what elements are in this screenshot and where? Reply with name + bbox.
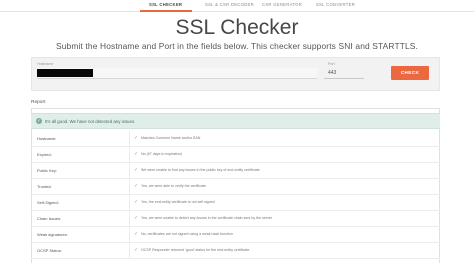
row-divider: [129, 147, 130, 163]
row-divider: [129, 179, 130, 195]
check-mark-icon: ✓: [134, 167, 139, 173]
active-tab-indicator: [140, 10, 192, 12]
row-divider: [129, 243, 130, 259]
report-heading: Report: [31, 100, 46, 105]
report-row-label: Expired:: [37, 152, 52, 157]
report-row-label: Chain Issues:: [37, 216, 62, 221]
tab-csr-generator[interactable]: CSR GENERATOR: [262, 2, 302, 7]
report-row-value: Yes, the end-entity certificate is not s…: [141, 200, 215, 204]
check-circle-icon: ✓: [36, 118, 42, 124]
check-mark-icon: ✓: [134, 135, 139, 141]
report-row-value: No, certificates are not signed using a …: [141, 232, 233, 236]
hostname-label: Hostname: [37, 62, 54, 66]
check-mark-icon: ✓: [134, 183, 139, 189]
report-row-label: Public Key:: [37, 168, 58, 173]
tab-ssl-csr-decoder[interactable]: SSL & CSR DECODER: [205, 2, 254, 7]
report-row-value: No (97 days to expiration): [141, 152, 183, 156]
report-row-label: Weak signatures:: [37, 232, 68, 237]
check-mark-icon: ✓: [134, 231, 139, 237]
check-mark-icon: ✓: [134, 215, 139, 221]
check-mark-icon: ✓: [134, 247, 139, 253]
report-row-value: Matches Common Name and/or SAN: [141, 136, 201, 140]
report-row-chain-issues: Chain Issues: ✓ Yes, we were unable to d…: [31, 211, 440, 227]
page-subtitle: Submit the Hostname and Port in the fiel…: [55, 41, 418, 51]
hostname-redacted-value: [37, 69, 93, 77]
report-row-value: Yes, we were able to verify the certific…: [141, 184, 206, 188]
report-row-label: Hostname:: [37, 136, 57, 141]
tab-ssl-checker[interactable]: SSL CHECKER: [149, 2, 182, 7]
tab-ssl-converter[interactable]: SSL CONVERTER: [316, 2, 355, 7]
report-row-expired: Expired: ✓ No (97 days to expiration): [31, 147, 440, 163]
report-row-self-signed: Self-Signed: ✓ Yes, the end-entity certi…: [31, 195, 440, 211]
row-divider: [129, 227, 130, 243]
row-divider: [129, 195, 130, 211]
port-input[interactable]: 443: [324, 68, 364, 79]
report-row-ocsp-status: OCSP Status: ✓ OCSP Responder returned '…: [31, 243, 440, 259]
check-button[interactable]: CHECK: [391, 66, 429, 80]
report-row-trusted: Trusted: ✓ Yes, we were able to verify t…: [31, 179, 440, 195]
report-row-hostname: Hostname: ✓ Matches Common Name and/or S…: [31, 131, 440, 147]
report-row-value: Yes, we were unable to detect any issues…: [141, 216, 273, 220]
report-row-public-key: Public Key: ✓ We were unable to find any…: [31, 163, 440, 179]
report-row-label: Trusted:: [37, 184, 52, 189]
report-row-label: Self-Signed:: [37, 200, 59, 205]
top-nav-tabs: SSL CHECKER SSL & CSR DECODER CSR GENERA…: [0, 0, 474, 12]
report-row-label: OCSP Status:: [37, 248, 62, 253]
row-divider: [129, 163, 130, 179]
report-row-value: We were unable to find any issues in the…: [141, 168, 260, 172]
report-row-weak-signatures: Weak signatures: ✓ No, certificates are …: [31, 227, 440, 243]
row-divider: [129, 211, 130, 227]
status-banner-text: It's all good. We have not detected any …: [45, 118, 136, 124]
check-mark-icon: ✓: [134, 199, 139, 205]
row-divider: [129, 131, 130, 147]
page-title: SSL Checker: [175, 16, 299, 39]
check-mark-icon: ✓: [134, 151, 139, 157]
port-label: Port: [328, 62, 335, 66]
report-row-value: OCSP Responder returned 'good' status fo…: [141, 248, 250, 252]
